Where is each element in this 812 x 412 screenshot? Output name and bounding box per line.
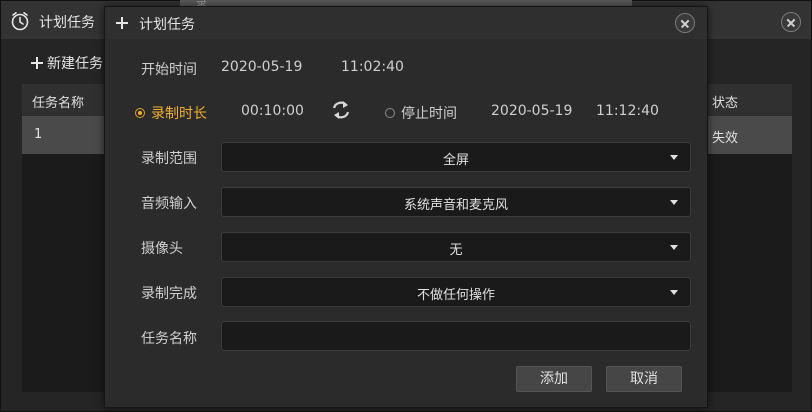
stop-time-radio[interactable]: 停止时间 bbox=[385, 103, 457, 123]
stop-time-label: 停止时间 bbox=[401, 106, 457, 122]
schedule-task-dialog: 计划任务 开始时间 2020-05-19 11:02:40 录制时长 00:10… bbox=[104, 6, 708, 408]
cancel-button[interactable]: 取消 bbox=[606, 366, 682, 392]
dialog-title: 计划任务 bbox=[139, 17, 195, 33]
chevron-down-icon bbox=[670, 155, 678, 160]
stop-date-value[interactable]: 2020-05-19 bbox=[491, 103, 572, 119]
camera-label: 摄像头 bbox=[141, 241, 183, 257]
record-range-select[interactable]: 全屏 bbox=[221, 142, 691, 172]
radio-dot-icon bbox=[135, 108, 145, 118]
chevron-down-icon bbox=[670, 200, 678, 205]
chevron-down-icon bbox=[670, 245, 678, 250]
start-time-label: 开始时间 bbox=[141, 62, 197, 78]
row-task-name: 1 bbox=[34, 127, 43, 142]
duration-value[interactable]: 00:10:00 bbox=[241, 103, 304, 119]
close-icon[interactable] bbox=[675, 13, 695, 33]
new-task-button[interactable]: 新建任务 bbox=[31, 53, 103, 73]
chevron-down-icon bbox=[670, 290, 678, 295]
record-range-label: 录制范围 bbox=[141, 151, 197, 167]
stop-time-value[interactable]: 11:12:40 bbox=[596, 103, 659, 119]
camera-select[interactable]: 无 bbox=[221, 232, 691, 262]
radio-dot-icon bbox=[385, 108, 395, 118]
swap-arrows-icon[interactable] bbox=[330, 99, 352, 121]
start-time-value[interactable]: 11:02:40 bbox=[341, 59, 404, 75]
on-finish-select[interactable]: 不做任何操作 bbox=[221, 277, 691, 307]
add-button[interactable]: 添加 bbox=[516, 366, 592, 392]
plus-icon bbox=[116, 17, 128, 29]
on-finish-value: 不做任何操作 bbox=[416, 288, 495, 303]
record-range-value: 全屏 bbox=[442, 153, 469, 168]
duration-label: 录制时长 bbox=[151, 106, 207, 122]
new-task-label: 新建任务 bbox=[47, 56, 103, 72]
plus-icon bbox=[31, 57, 43, 69]
camera-value: 无 bbox=[449, 243, 463, 258]
column-header-status: 状态 bbox=[712, 96, 739, 111]
duration-radio[interactable]: 录制时长 bbox=[135, 103, 207, 123]
audio-input-value: 系统声音和麦克风 bbox=[403, 198, 508, 213]
task-name-label: 任务名称 bbox=[141, 331, 197, 347]
task-name-input[interactable] bbox=[221, 321, 691, 351]
scheduler-close-icon[interactable] bbox=[781, 12, 801, 32]
column-header-task-name: 任务名称 bbox=[32, 96, 85, 111]
audio-input-select[interactable]: 系统声音和麦克风 bbox=[221, 187, 691, 217]
clock-icon bbox=[11, 12, 29, 31]
audio-input-label: 音频输入 bbox=[141, 196, 197, 212]
dialog-titlebar: 计划任务 bbox=[105, 7, 707, 39]
on-finish-label: 录制完成 bbox=[141, 286, 197, 302]
row-status: 失效 bbox=[712, 131, 739, 146]
scheduler-title: 计划任务 bbox=[39, 15, 95, 31]
start-date-value[interactable]: 2020-05-19 bbox=[221, 59, 302, 75]
